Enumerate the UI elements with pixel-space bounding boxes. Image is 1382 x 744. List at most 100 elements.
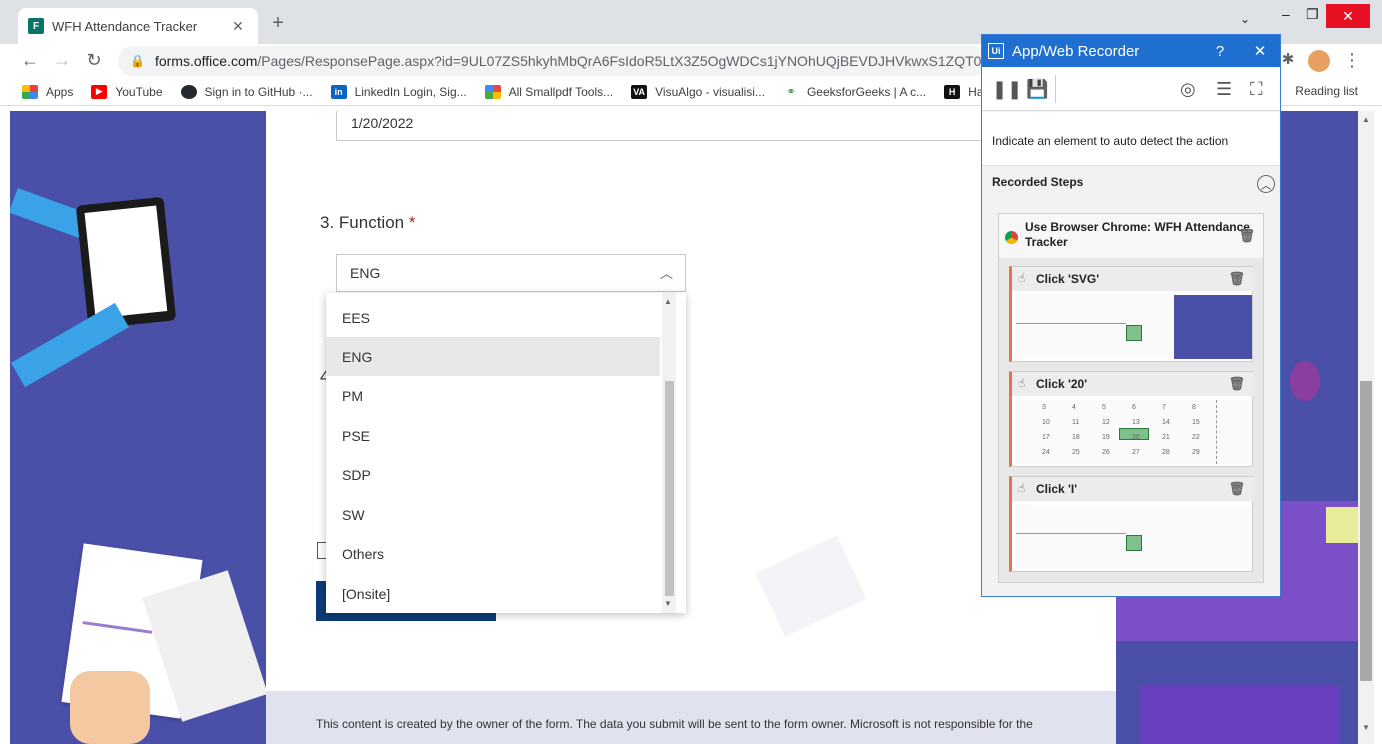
step-screenshot — [1016, 295, 1252, 359]
calendar-day: 5 — [1102, 404, 1106, 411]
tab-close-icon[interactable]: ✕ — [228, 18, 248, 35]
minimize-button[interactable]: – — [1282, 6, 1290, 22]
recorder-hint: Indicate an element to auto detect the a… — [982, 112, 1280, 166]
calendar-day: 21 — [1162, 434, 1170, 441]
click-icon: ☝ — [1018, 481, 1026, 495]
scroll-up-icon[interactable]: ▲ — [664, 297, 672, 306]
page-scrollbar[interactable]: ▲ ▼ — [1358, 111, 1374, 744]
scroll-down-icon[interactable]: ▼ — [664, 599, 672, 608]
option-onsite[interactable]: [Onsite] — [326, 574, 660, 613]
calendar-day: 29 — [1192, 449, 1200, 456]
step-click-i[interactable]: ☝ Click 'I' 🗑 — [1009, 476, 1253, 572]
calendar-day: 4 — [1072, 404, 1076, 411]
bookmark-visualgo[interactable]: VA VisuAlgo - visualisi... — [631, 84, 765, 99]
function-select[interactable]: ENG ︿ — [336, 254, 686, 292]
screenshot-icon[interactable]: ⛶ — [1250, 79, 1263, 100]
delete-step-icon[interactable]: 🗑 — [1228, 481, 1245, 497]
delete-step-icon[interactable]: 🗑 — [1228, 376, 1245, 392]
geeksforgeeks-icon: ⚭ — [782, 84, 799, 99]
step-click-20[interactable]: ☝ Click '20' 🗑 3 4 5 6 7 8 10 11 12 13 14 15 17 18 19 20 2… — [1009, 371, 1253, 467]
option-label: [Onsite] — [342, 585, 391, 602]
menu-icon[interactable]: ⋮ — [1342, 50, 1362, 71]
step-group-header[interactable]: Use Browser Chrome: WFH Attendance Track… — [999, 214, 1263, 258]
highlight-marker — [1126, 535, 1142, 551]
step-label: Click 'SVG' — [1036, 272, 1100, 286]
chevron-up-icon: ︿ — [659, 266, 673, 281]
calendar-day: 8 — [1192, 404, 1196, 411]
extensions-icon[interactable]: ✱ — [1278, 50, 1298, 68]
option-label: SDP — [342, 466, 371, 483]
dropdown-scrollbar[interactable]: ▲ ▼ — [662, 293, 676, 613]
help-button[interactable]: ? — [1200, 43, 1240, 60]
page-scroll-down-icon[interactable]: ▼ — [1362, 723, 1370, 732]
back-icon[interactable]: ← — [20, 50, 40, 71]
highlight-marker — [1126, 325, 1142, 341]
option-pse[interactable]: PSE — [326, 416, 660, 455]
restore-button[interactable]: ❐ — [1306, 6, 1319, 23]
option-label: PM — [342, 387, 363, 404]
new-tab-button[interactable]: + — [268, 12, 288, 35]
save-icon[interactable]: 💾 — [1026, 79, 1048, 100]
github-icon — [180, 84, 197, 99]
tablet-illustration — [75, 196, 177, 330]
uipath-logo: Ui — [988, 43, 1004, 59]
recorder-titlebar: Ui App/Web Recorder ? ✕ — [982, 35, 1280, 67]
step-label: Click '20' — [1036, 377, 1088, 391]
calendar-day: 12 — [1102, 419, 1110, 426]
dropdown-scroll-thumb[interactable] — [665, 381, 674, 596]
browser-step-group: Use Browser Chrome: WFH Attendance Track… — [998, 213, 1264, 583]
date-field[interactable]: 1/20/2022 — [336, 111, 996, 141]
calendar-day: 13 — [1132, 419, 1140, 426]
reload-icon[interactable]: ↻ — [84, 50, 104, 71]
calendar-day: 26 — [1102, 449, 1110, 456]
calendar-day: 18 — [1072, 434, 1080, 441]
page-scroll-thumb[interactable] — [1360, 381, 1372, 681]
bookmark-apps[interactable]: Apps — [22, 84, 73, 99]
option-pm[interactable]: PM — [326, 376, 660, 415]
forms-favicon-icon: F — [28, 18, 44, 34]
bookmark-label: LinkedIn Login, Sig... — [354, 84, 467, 99]
calendar-day: 14 — [1162, 419, 1170, 426]
linkedin-icon: in — [330, 84, 347, 99]
paper-decoration — [755, 535, 867, 637]
step-click-svg[interactable]: ☝ Click 'SVG' 🗑 — [1009, 266, 1253, 362]
forward-icon[interactable]: → — [52, 50, 72, 71]
option-eng[interactable]: ENG — [326, 337, 660, 376]
app-web-recorder-panel: Ui App/Web Recorder ? ✕ ❚❚ 💾 ◎ ☰ ⛶ Indic… — [981, 34, 1281, 597]
recorder-toolbar: ❚❚ 💾 ◎ ☰ ⛶ — [982, 67, 1280, 111]
checklist-icon[interactable]: ☰ — [1216, 79, 1232, 100]
calendar-day: 28 — [1162, 449, 1170, 456]
bookmark-github[interactable]: Sign in to GitHub ·... — [180, 84, 313, 99]
bookmark-label: Sign in to GitHub ·... — [204, 84, 313, 99]
option-others[interactable]: Others — [326, 534, 660, 573]
bookmark-linkedin[interactable]: in LinkedIn Login, Sig... — [330, 84, 467, 99]
step-label: Click 'I' — [1036, 482, 1078, 496]
date-value: 1/20/2022 — [351, 115, 414, 131]
target-icon[interactable]: ◎ — [1180, 79, 1196, 100]
page-scroll-up-icon[interactable]: ▲ — [1362, 115, 1370, 124]
browser-tab[interactable]: F WFH Attendance Tracker ✕ — [18, 8, 258, 44]
recorder-close-icon[interactable]: ✕ — [1240, 42, 1280, 60]
chrome-icon — [1005, 231, 1018, 244]
option-ees[interactable]: EES — [326, 298, 660, 337]
sticky-note-illustration — [1326, 507, 1358, 543]
bookmark-smallpdf[interactable]: All Smallpdf Tools... — [484, 84, 613, 99]
window-close-button[interactable]: ✕ — [1326, 4, 1370, 28]
option-sdp[interactable]: SDP — [326, 455, 660, 494]
bookmark-label: YouTube — [115, 84, 163, 99]
pause-icon[interactable]: ❚❚ — [992, 79, 1022, 100]
delete-group-icon[interactable]: 🗑 — [1238, 228, 1255, 243]
profile-avatar[interactable] — [1308, 50, 1330, 72]
bookmark-geeksforgeeks[interactable]: ⚭ GeeksforGeeks | A c... — [782, 84, 926, 99]
tab-search-icon[interactable]: ⌄ — [1240, 12, 1250, 26]
url-field[interactable]: 🔒 forms.office.com/Pages/ResponsePage.as… — [118, 46, 988, 76]
reading-list-button[interactable]: Reading list — [1295, 84, 1358, 98]
collapse-up-icon[interactable]: ︿ — [1257, 175, 1275, 193]
calendar-day: 11 — [1072, 419, 1080, 426]
option-label: EES — [342, 309, 371, 326]
delete-step-icon[interactable]: 🗑 — [1228, 271, 1245, 287]
plant-illustration — [1290, 361, 1320, 401]
bookmark-youtube[interactable]: ▶ YouTube — [91, 84, 163, 99]
required-marker: * — [408, 213, 416, 232]
option-sw[interactable]: SW — [326, 495, 660, 534]
